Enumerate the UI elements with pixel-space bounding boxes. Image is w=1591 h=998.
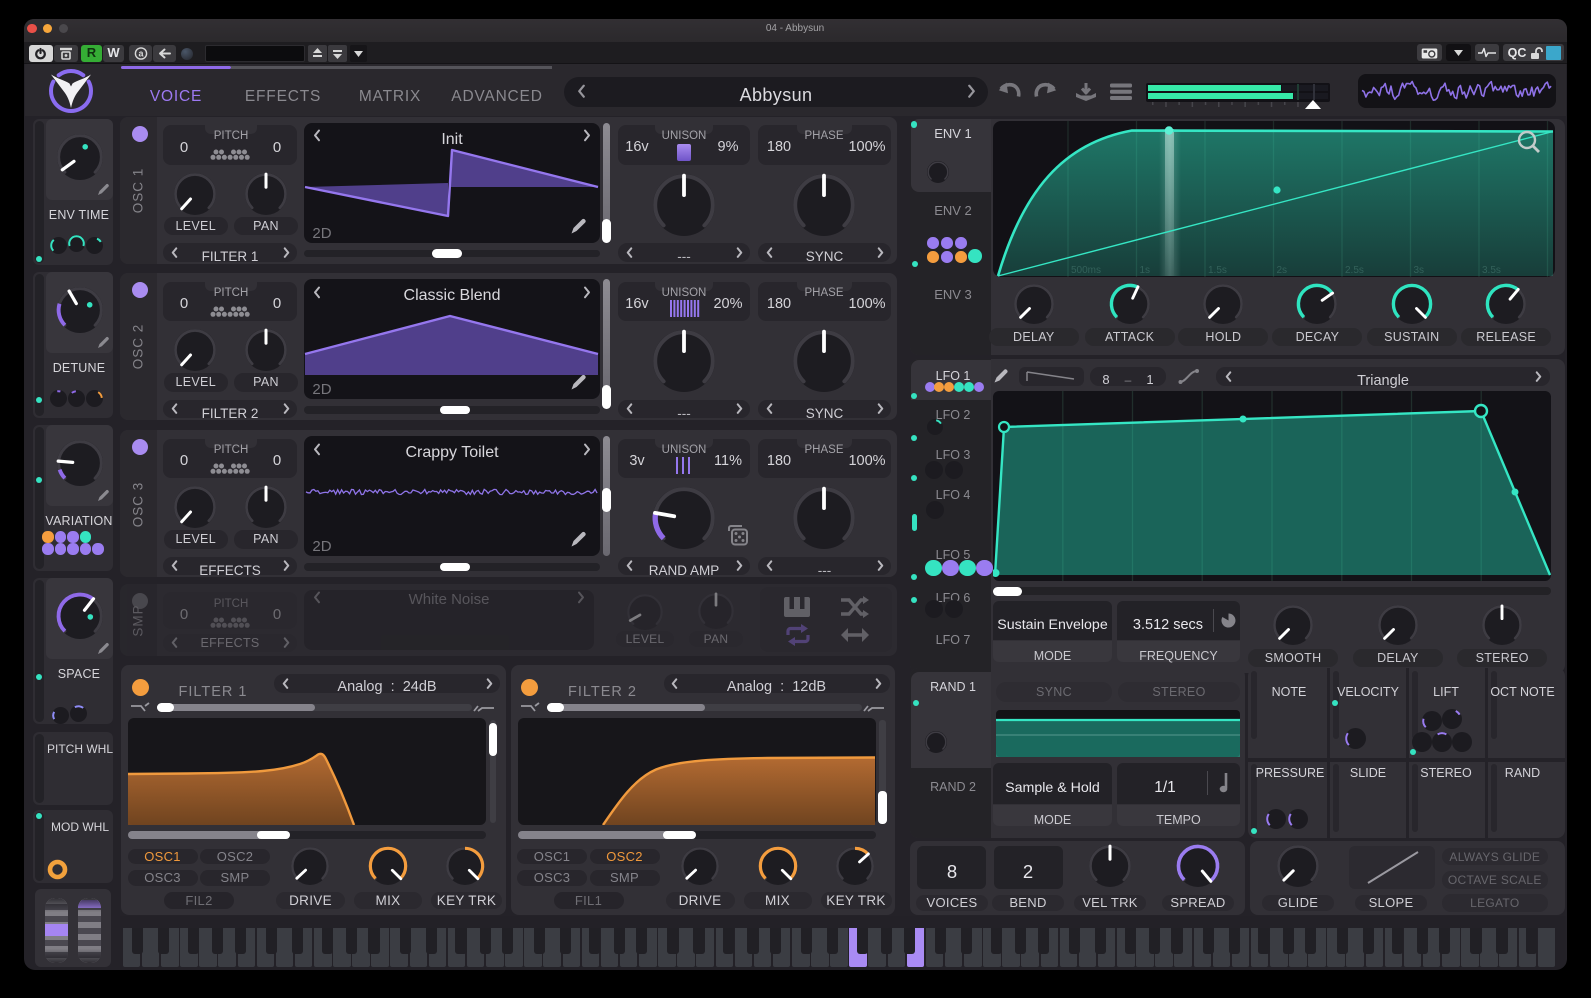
svg-text:a: a [138,48,144,58]
